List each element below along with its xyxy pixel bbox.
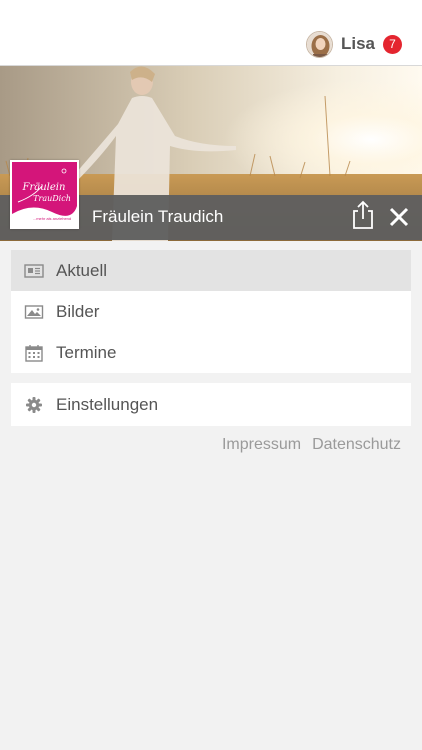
share-icon[interactable] — [350, 200, 376, 230]
impressum-link[interactable]: Impressum — [222, 436, 301, 454]
user-menu[interactable]: Lisa 7 — [305, 29, 402, 59]
share-button[interactable] — [350, 200, 376, 230]
main-menu: Aktuell Bilder Termine — [11, 250, 411, 373]
menu-item-label: Termine — [56, 342, 117, 362]
close-button[interactable] — [387, 205, 411, 229]
avatar[interactable] — [305, 30, 333, 58]
menu-item-termine[interactable]: Termine — [11, 332, 411, 373]
settings-label: Einstellungen — [56, 394, 159, 414]
datenschutz-link[interactable]: Datenschutz — [312, 436, 401, 454]
menu-item-bilder[interactable]: Bilder — [11, 291, 411, 332]
logo-text-line2: TrauDich — [33, 194, 71, 203]
news-icon — [24, 263, 44, 279]
menu-item-einstellungen[interactable]: Einstellungen — [11, 383, 411, 426]
page-logo: Fräulein TrauDich ...mehr als anziehend — [10, 160, 79, 229]
top-bar: Lisa 7 — [0, 0, 422, 66]
gear-icon — [24, 396, 44, 413]
page-title: Fräulein Traudich — [92, 207, 224, 226]
logo-tagline: ...mehr als anziehend — [33, 216, 71, 221]
menu-item-label: Bilder — [56, 301, 100, 321]
calendar-icon — [24, 344, 44, 362]
logo-text-line1: Fräulein — [22, 182, 66, 193]
menu-item-label: Aktuell — [56, 260, 108, 280]
image-icon — [24, 304, 44, 320]
footer-links: Impressum Datenschutz — [211, 436, 401, 454]
user-name[interactable]: Lisa — [341, 34, 375, 54]
notification-badge[interactable]: 7 — [383, 34, 402, 54]
menu-item-aktuell[interactable]: Aktuell — [11, 250, 411, 291]
close-icon[interactable] — [387, 205, 411, 229]
